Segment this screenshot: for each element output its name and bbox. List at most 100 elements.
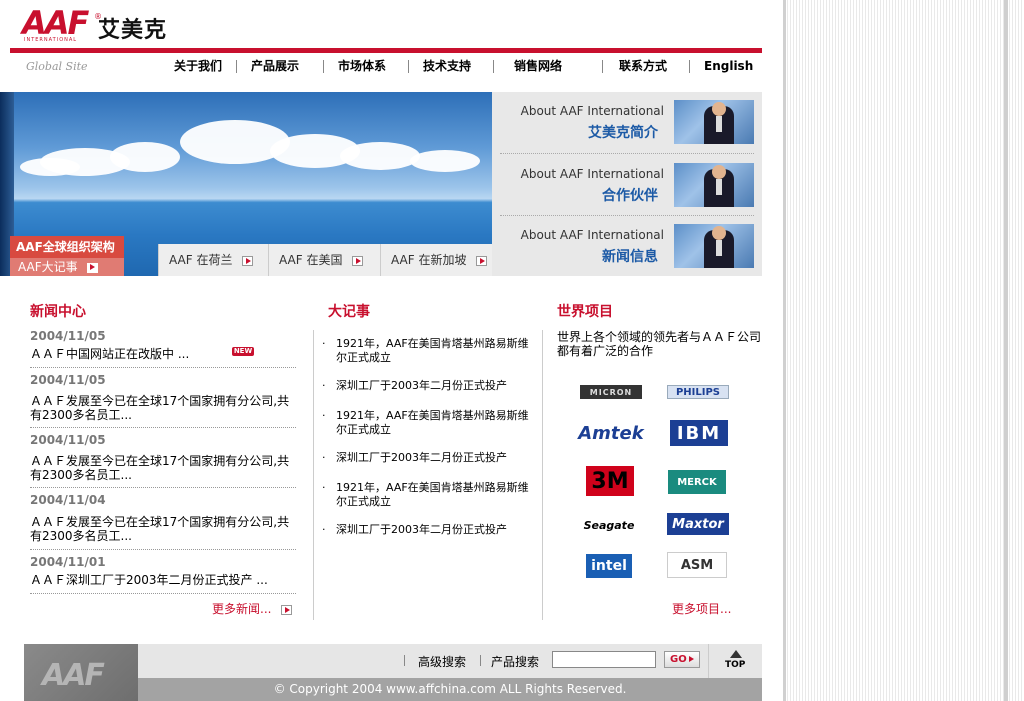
header-red-bar: [10, 48, 762, 53]
side-link-cn: 新闻信息: [602, 249, 658, 265]
news-link[interactable]: ＡＡＦ发展至今已在全球17个国家拥有分公司,共有2300多名员工...: [30, 454, 296, 482]
event-item[interactable]: 1921年，AAF在美国肯塔基州路易斯维尔正式成立: [322, 481, 532, 509]
tab-netherlands[interactable]: AAF 在荷兰: [158, 244, 268, 276]
asm-logo[interactable]: ASM: [667, 552, 727, 578]
logo-subtext: INTERNATIONAL: [24, 37, 78, 43]
side-link-news-info[interactable]: About AAF International 新闻信息: [500, 220, 754, 276]
event-item[interactable]: 深圳工厂于2003年二月份正式投产: [322, 451, 532, 465]
nav-english[interactable]: English: [690, 59, 753, 73]
play-arrow-icon: [281, 604, 293, 615]
projects-title: 世界项目: [557, 304, 613, 320]
news-divider: [30, 549, 296, 550]
main-nav: 关于我们 产品展示 市场体系 技术支持 销售网络 联系方式 English: [160, 57, 760, 75]
event-item[interactable]: 深圳工厂于2003年二月份正式投产: [322, 523, 532, 537]
philips-logo[interactable]: PHILIPS: [667, 385, 729, 399]
side-divider: [500, 153, 754, 155]
page-edge-shadow: [783, 0, 786, 701]
tab-label: AAF 在新加坡: [391, 253, 467, 267]
play-arrow-icon: [87, 262, 99, 273]
events-link[interactable]: AAF大记事: [10, 258, 124, 276]
side-divider: [500, 215, 754, 217]
footer-logo-text: AAF: [42, 658, 105, 693]
side-link-en: About AAF International: [520, 167, 664, 181]
play-arrow-icon: [476, 255, 488, 266]
aaf-logo[interactable]: AAF INTERNATIONAL ®: [22, 4, 102, 43]
search-input[interactable]: [552, 651, 656, 668]
play-arrow-icon: [352, 255, 364, 266]
news-title: 新闻中心: [30, 304, 86, 320]
global-site-label: Global Site: [26, 60, 88, 73]
side-link-cn: 艾美克简介: [588, 125, 658, 141]
footer-divider: [404, 655, 405, 666]
micron-logo[interactable]: MICRON: [580, 385, 642, 399]
tab-singapore[interactable]: AAF 在新加坡: [380, 244, 492, 276]
news-divider: [30, 427, 296, 428]
news-link[interactable]: ＡＡＦ中国网站正在改版中 ...: [30, 347, 296, 361]
news-divider: [30, 487, 296, 488]
cloud: [20, 158, 80, 176]
merck-logo[interactable]: MERCK: [668, 470, 726, 494]
events-link-label: AAF大记事: [18, 260, 78, 274]
advanced-search-link[interactable]: 高级搜索: [418, 653, 466, 670]
footer-divider: [480, 655, 481, 666]
event-item[interactable]: 1921年，AAF在美国肯塔基州路易斯维尔正式成立: [322, 337, 532, 365]
product-search-label: 产品搜索: [491, 655, 540, 669]
background-stripes: [785, 0, 1024, 701]
new-badge: NEW: [232, 347, 254, 356]
copyright: © Copyright 2004 www.affchina.com ALL Ri…: [138, 678, 762, 701]
projects-intro: 世界上各个领域的领先者与ＡＡＦ公司都有着广泛的合作: [557, 330, 762, 358]
maxtor-logo[interactable]: Maxtor: [667, 513, 729, 535]
nav-support[interactable]: 技术支持: [409, 59, 494, 73]
intel-logo[interactable]: intel: [586, 554, 632, 578]
side-link-en: About AAF International: [520, 104, 664, 118]
page: AAF INTERNATIONAL ® 艾美克 Global Site 关于我们…: [0, 0, 783, 701]
more-news-label: 更多新闻...: [212, 602, 272, 616]
3m-logo[interactable]: 3M: [586, 466, 634, 496]
side-link-cn: 合作伙伴: [602, 188, 658, 204]
cloud: [110, 142, 180, 172]
logo-text: AAF: [22, 4, 89, 42]
cloud: [340, 142, 420, 170]
nav-contact[interactable]: 联系方式: [603, 59, 690, 73]
event-item[interactable]: 深圳工厂于2003年二月份正式投产: [322, 379, 532, 393]
event-item[interactable]: 1921年，AAF在美国肯塔基州路易斯维尔正式成立: [322, 409, 532, 437]
events-title: 大记事: [328, 304, 370, 320]
news-date: 2004/11/05: [30, 433, 106, 447]
column-divider: [542, 330, 543, 620]
side-link-company-intro[interactable]: About AAF International 艾美克简介: [500, 96, 754, 152]
banner-caption: AAF全球组织架构 AAF大记事: [10, 236, 124, 276]
back-to-top-button[interactable]: TOP: [708, 644, 763, 678]
news-link[interactable]: ＡＡＦ发展至今已在全球17个国家拥有分公司,共有2300多名员工...: [30, 394, 296, 422]
more-news-link[interactable]: 更多新闻...: [212, 600, 293, 617]
news-divider: [30, 593, 296, 594]
businessman-thumbnail: [674, 163, 754, 207]
up-arrow-icon: [730, 650, 742, 658]
side-link-partners[interactable]: About AAF International 合作伙伴: [500, 159, 754, 215]
tab-label: AAF 在美国: [279, 253, 343, 267]
tab-usa[interactable]: AAF 在美国: [268, 244, 380, 276]
nav-products[interactable]: 产品展示: [237, 59, 324, 73]
brand-name: 艾美克: [98, 18, 168, 43]
businessman-thumbnail: [674, 224, 754, 268]
seagate-logo[interactable]: Seagate: [580, 515, 638, 535]
side-link-en: About AAF International: [520, 228, 664, 242]
tab-label: AAF 在荷兰: [169, 253, 233, 267]
news-divider: [30, 367, 296, 368]
amtek-logo[interactable]: Amtek: [578, 420, 644, 446]
org-structure-link[interactable]: AAF全球组织架构: [10, 236, 124, 258]
news-date: 2004/11/01: [30, 555, 106, 569]
top-label: TOP: [725, 660, 746, 670]
go-button[interactable]: GO: [664, 651, 700, 668]
news-date: 2004/11/05: [30, 329, 106, 343]
play-arrow-icon: [242, 255, 254, 266]
nav-market[interactable]: 市场体系: [324, 59, 409, 73]
news-date: 2004/11/04: [30, 493, 106, 507]
more-projects-link[interactable]: 更多项目...: [672, 600, 731, 617]
news-link[interactable]: ＡＡＦ深圳工厂于2003年二月份正式投产 ...: [30, 573, 296, 587]
news-link[interactable]: ＡＡＦ发展至今已在全球17个国家拥有分公司,共有2300多名员工...: [30, 515, 296, 543]
cloud: [410, 150, 480, 172]
businessman-thumbnail: [674, 100, 754, 144]
nav-sales[interactable]: 销售网络: [494, 59, 603, 73]
nav-about[interactable]: 关于我们: [160, 59, 237, 73]
ibm-logo[interactable]: IBM: [670, 420, 728, 446]
